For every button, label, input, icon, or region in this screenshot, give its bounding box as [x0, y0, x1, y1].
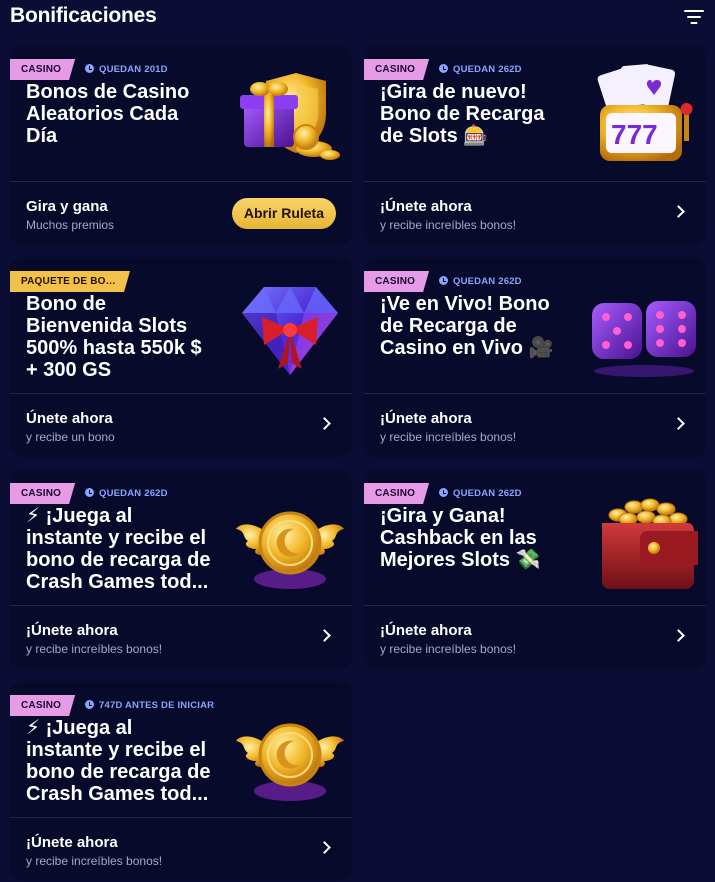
bonus-card-cashback-slots[interactable]: CASINO QUEDAN 262D ¡Gira y Gana! Cashbac…: [364, 469, 706, 669]
timer-text: QUEDAN 262D: [453, 488, 522, 499]
gift-shield-icon: [240, 73, 340, 160]
bonus-card-crash-games[interactable]: CASINO QUEDAN 262D ⚡ ¡Juega al instante …: [10, 469, 352, 669]
winged-coin-icon: [236, 723, 344, 801]
clock-icon: [85, 488, 94, 497]
svg-text:777: 777: [611, 119, 658, 150]
timer-text: QUEDAN 262D: [453, 276, 522, 287]
clock-icon: [85, 64, 94, 73]
card-title: ⚡ ¡Juega al instante y recibe el bono de…: [26, 717, 211, 805]
timer-text: QUEDAN 262D: [453, 64, 522, 75]
dice-icon: [592, 301, 696, 377]
cta-title: ¡Únete ahora: [380, 198, 472, 215]
chevron-right-icon[interactable]: [672, 416, 686, 430]
cta-subtitle: Muchos premios: [26, 218, 115, 232]
cta-title: ¡Únete ahora: [26, 622, 118, 639]
timer: QUEDAN 262D: [85, 483, 168, 504]
page-title: Bonificaciones: [10, 4, 157, 27]
category-badge: CASINO: [10, 59, 75, 80]
cta-subtitle: y recibe increíbles bonos!: [380, 218, 517, 232]
timer: QUEDAN 262D: [439, 483, 522, 504]
cta-title: Gira y gana: [26, 198, 108, 215]
chevron-right-icon[interactable]: [318, 628, 332, 642]
card-title: ⚡ ¡Juega al instante y recibe el bono de…: [26, 505, 211, 593]
category-badge: CASINO: [364, 59, 429, 80]
clock-icon: [439, 488, 448, 497]
header: Bonificaciones: [0, 0, 715, 34]
cta-title: Únete ahora: [26, 410, 113, 427]
winged-coin-icon: [236, 511, 344, 589]
clock-icon: [439, 276, 448, 285]
clock-icon: [439, 64, 448, 73]
card-title: ¡Gira de nuevo! Bono de Recarga de Slots…: [380, 81, 545, 147]
coin-wallet-icon: [602, 498, 698, 589]
bonus-card-live-casino[interactable]: CASINO QUEDAN 262D ¡Ve en Vivo! Bono de …: [364, 257, 706, 457]
bonus-card-slots-reload[interactable]: CASINO QUEDAN 262D ¡Gira de nuevo! Bono …: [364, 45, 706, 245]
bonus-card-welcome-package[interactable]: PAQUETE DE BONI... Bono de Bienvenida Sl…: [10, 257, 352, 457]
timer-text: 747D ANTES DE INICIAR: [99, 700, 215, 711]
chevron-right-icon[interactable]: [672, 204, 686, 218]
card-title: ¡Ve en Vivo! Bono de Recarga de Casino e…: [380, 293, 554, 359]
cta-subtitle: y recibe increíbles bonos!: [380, 642, 517, 656]
timer: QUEDAN 262D: [439, 271, 522, 292]
cta-subtitle: y recibe increíbles bonos!: [26, 854, 163, 868]
cta-title: ¡Únete ahora: [380, 622, 472, 639]
chevron-right-icon[interactable]: [672, 628, 686, 642]
diamond-icon: [242, 287, 338, 375]
cta-title: ¡Únete ahora: [380, 410, 472, 427]
category-badge: CASINO: [10, 483, 75, 504]
timer: QUEDAN 201D: [85, 59, 168, 80]
open-roulette-button[interactable]: Abrir Ruleta: [231, 198, 336, 229]
filter-icon: [684, 10, 704, 24]
card-title: Bonos de Casino Aleatorios Cada Día: [26, 81, 190, 147]
cta-subtitle: y recibe un bono: [26, 430, 115, 444]
category-badge: CASINO: [364, 271, 429, 292]
timer: 747D ANTES DE INICIAR: [85, 695, 214, 716]
category-badge: CASINO: [10, 695, 75, 716]
timer-text: QUEDAN 262D: [99, 488, 168, 499]
chevron-right-icon[interactable]: [318, 840, 332, 854]
timer-text: QUEDAN 201D: [99, 64, 168, 75]
slot-machine-icon: 777: [597, 64, 693, 161]
filter-button[interactable]: [683, 7, 705, 27]
cta-subtitle: y recibe increíbles bonos!: [26, 642, 163, 656]
cta-subtitle: y recibe increíbles bonos!: [380, 430, 517, 444]
category-badge: PAQUETE DE BONI...: [10, 271, 130, 292]
bonus-card-random-casino[interactable]: CASINO QUEDAN 201D Bonos de Casino Aleat…: [10, 45, 352, 245]
card-title: ¡Gira y Gana! Cashback en las Mejores Sl…: [380, 505, 541, 571]
card-title: Bono de Bienvenida Slots 500% hasta 550k…: [26, 293, 202, 381]
clock-icon: [85, 700, 94, 709]
category-badge: CASINO: [364, 483, 429, 504]
timer: QUEDAN 262D: [439, 59, 522, 80]
chevron-right-icon[interactable]: [318, 416, 332, 430]
bonus-card-crash-games-upcoming[interactable]: CASINO 747D ANTES DE INICIAR ⚡ ¡Juega al…: [10, 681, 352, 881]
cta-title: ¡Únete ahora: [26, 834, 118, 851]
